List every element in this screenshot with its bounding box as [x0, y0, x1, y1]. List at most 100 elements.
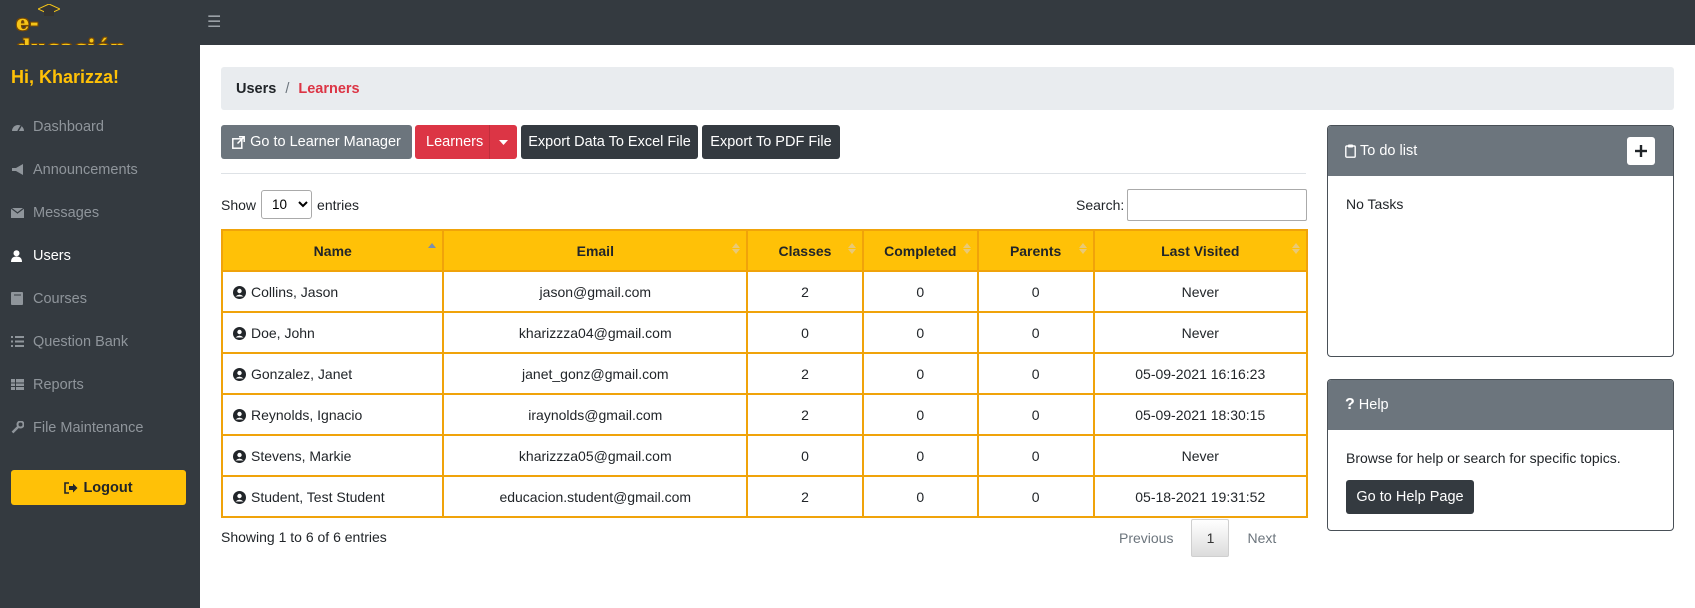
entries-length-control: Show 10 entries [221, 190, 359, 219]
go-to-help-page-button[interactable]: Go to Help Page [1346, 480, 1474, 514]
todo-title: To do list [1360, 143, 1418, 159]
cell-completed: 0 [861, 311, 979, 354]
sidebar-item-announcements[interactable]: Announcements [0, 148, 200, 191]
cell-classes: 2 [746, 475, 864, 518]
column-label: Completed [884, 242, 957, 259]
learner-name: Doe, John [251, 324, 315, 341]
learner-name: Student, Test Student [251, 488, 385, 505]
user-circle-icon [233, 285, 246, 299]
column-header-completed[interactable]: Completed [861, 229, 979, 272]
table-icon [11, 379, 33, 390]
sidebar-item-label: Messages [33, 204, 100, 221]
cell-classes: 2 [746, 393, 864, 436]
table-row: Reynolds, Ignacio iraynolds@gmail.com 2 … [220, 393, 1309, 436]
sidebar-item-messages[interactable]: Messages [0, 191, 200, 234]
sidebar-item-label: Reports [33, 376, 84, 393]
learner-name: Collins, Jason [251, 283, 339, 300]
sort-icon [732, 243, 741, 254]
graduation-cap-icon [38, 4, 60, 16]
learners-label: Learners [426, 134, 484, 150]
table-info: Showing 1 to 6 of 6 entries [221, 529, 387, 545]
pdf-label: Export To PDF File [710, 134, 832, 150]
top-navbar: e-ducación ☰ [0, 0, 1695, 60]
sidebar-item-label: Courses [33, 290, 87, 307]
table-row: Stevens, Markie kharizzza05@gmail.com 0 … [220, 434, 1309, 477]
cell-parents: 0 [976, 475, 1095, 518]
table-row: Doe, John kharizzza04@gmail.com 0 0 0 Ne… [220, 311, 1309, 354]
menu-toggle-icon[interactable]: ☰ [207, 12, 221, 32]
app-logo[interactable]: e-ducación [14, 4, 126, 60]
divider [221, 173, 1306, 174]
sidebar-item-reports[interactable]: Reports [0, 363, 200, 406]
column-header-name[interactable]: Name [220, 229, 445, 272]
table-row: Gonzalez, Janet janet_gonz@gmail.com 2 0… [220, 352, 1309, 395]
user-circle-icon [233, 449, 246, 463]
cell-last-visited: 05-09-2021 16:16:23 [1092, 352, 1309, 395]
question-icon: ? [1345, 396, 1355, 413]
next-button[interactable]: Next [1247, 530, 1276, 546]
cell-completed: 0 [861, 270, 979, 313]
sidebar: Hi, Kharizza! Dashboard Announcements Me… [0, 45, 200, 608]
greeting: Hi, Kharizza! [11, 67, 120, 87]
sidebar-item-question-bank[interactable]: Question Bank [0, 320, 200, 363]
cell-name[interactable]: Student, Test Student [220, 475, 445, 518]
column-label: Classes [778, 242, 832, 259]
dropdown-toggle[interactable] [489, 125, 517, 159]
breadcrumb-learners: Learners [298, 80, 360, 97]
search-input[interactable] [1127, 189, 1308, 221]
cell-last-visited: Never [1092, 270, 1309, 313]
column-label: Parents [1009, 242, 1062, 259]
go-to-learner-manager-button[interactable]: Go to Learner Manager [221, 125, 412, 159]
entries-label: entries [317, 196, 360, 213]
cell-name[interactable]: Reynolds, Ignacio [220, 393, 445, 436]
cell-name[interactable]: Stevens, Markie [220, 434, 445, 477]
logout-button[interactable]: Logout [11, 470, 186, 505]
sidebar-item-courses[interactable]: Courses [0, 277, 200, 320]
column-header-last-visited[interactable]: Last Visited [1092, 229, 1309, 272]
todo-card: To do list No Tasks [1327, 125, 1674, 357]
list-icon [11, 336, 33, 347]
sidebar-item-file-maintenance[interactable]: File Maintenance [0, 406, 200, 449]
cell-completed: 0 [861, 434, 979, 477]
column-header-email[interactable]: Email [442, 229, 749, 272]
export-pdf-button[interactable]: Export To PDF File [702, 125, 840, 159]
sidebar-item-dashboard[interactable]: Dashboard [0, 105, 200, 148]
cell-name[interactable]: Doe, John [220, 311, 445, 354]
cell-email: janet_gonz@gmail.com [442, 352, 749, 395]
cell-email: educacion.student@gmail.com [442, 475, 749, 518]
pagination: Previous 1 Next [1119, 519, 1276, 557]
cell-classes: 0 [746, 434, 864, 477]
help-text: Browse for help or search for specific t… [1346, 450, 1621, 466]
sidebar-item-label: Users [33, 247, 71, 264]
help-card-body: Browse for help or search for specific t… [1328, 430, 1673, 530]
sidebar-item-users[interactable]: Users [0, 234, 200, 277]
export-excel-button[interactable]: Export Data To Excel File [521, 125, 698, 159]
cell-email: kharizzza05@gmail.com [442, 434, 749, 477]
help-title: Help [1358, 397, 1389, 413]
cell-name[interactable]: Collins, Jason [220, 270, 445, 313]
sort-icon [847, 243, 856, 254]
caret-down-icon [499, 139, 508, 145]
cell-last-visited: 05-09-2021 18:30:15 [1092, 393, 1309, 436]
cell-completed: 0 [861, 393, 979, 436]
cell-last-visited: Never [1092, 311, 1309, 354]
column-label: Last Visited [1161, 242, 1240, 259]
learner-name: Gonzalez, Janet [251, 365, 353, 382]
cell-parents: 0 [976, 434, 1095, 477]
column-header-classes[interactable]: Classes [746, 229, 864, 272]
page-1-button[interactable]: 1 [1191, 519, 1230, 557]
sign-out-icon [64, 481, 78, 494]
cell-email: kharizzza04@gmail.com [442, 311, 749, 354]
add-task-button[interactable] [1627, 137, 1655, 165]
breadcrumb-users[interactable]: Users [236, 81, 276, 97]
cell-name[interactable]: Gonzalez, Janet [220, 352, 445, 395]
bullhorn-icon [11, 163, 33, 176]
user-circle-icon [233, 408, 246, 422]
search-label: Search: [1076, 197, 1125, 213]
column-label: Name [313, 242, 352, 259]
previous-button[interactable]: Previous [1119, 530, 1173, 546]
show-label: Show [221, 196, 257, 213]
column-header-parents[interactable]: Parents [976, 229, 1095, 272]
entries-select[interactable]: 10 [261, 190, 313, 219]
learners-dropdown-button[interactable]: Learners [415, 125, 517, 159]
